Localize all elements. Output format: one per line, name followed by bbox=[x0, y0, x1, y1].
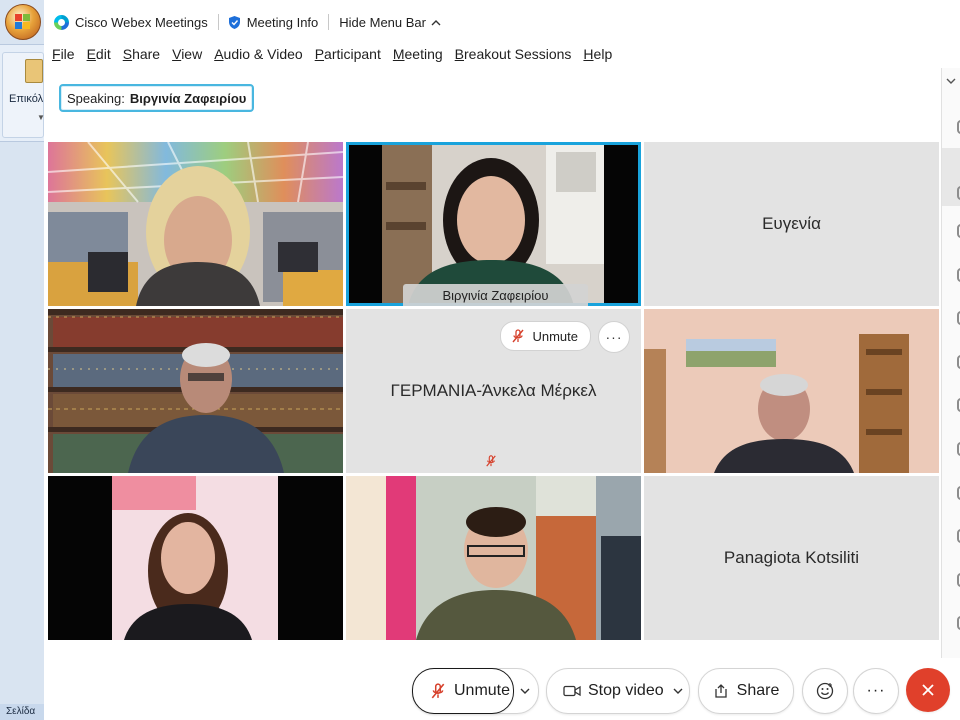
app-title: Cisco Webex Meetings bbox=[44, 10, 218, 34]
menu-share[interactable]: Share bbox=[123, 46, 160, 62]
chevron-down-icon[interactable] bbox=[946, 78, 956, 85]
hide-menu-bar-label: Hide Menu Bar bbox=[339, 14, 426, 30]
microphone-muted-icon bbox=[431, 683, 445, 699]
menu-view[interactable]: View bbox=[172, 46, 202, 62]
participant-video bbox=[48, 309, 343, 473]
audio-options-dropdown[interactable] bbox=[514, 669, 536, 713]
menu-participant[interactable]: Participant bbox=[315, 46, 381, 62]
stop-video-label: Stop video bbox=[588, 682, 664, 699]
menu-file[interactable]: File bbox=[52, 46, 75, 62]
participant-video bbox=[346, 142, 641, 306]
name-tile-participant-3[interactable]: Ευγενία bbox=[644, 142, 939, 306]
share-button[interactable]: Share bbox=[698, 668, 794, 714]
menu-meeting[interactable]: Meeting bbox=[393, 46, 443, 62]
video-tile-participant-4[interactable] bbox=[48, 309, 343, 473]
video-tile-participant-8[interactable] bbox=[346, 476, 641, 640]
paste-button[interactable]: Επικόλ ▼ bbox=[2, 52, 45, 138]
menu-help[interactable]: Help bbox=[583, 46, 612, 62]
unmute-label: Unmute bbox=[454, 682, 511, 699]
participant-unmute-button[interactable]: Unmute bbox=[500, 321, 591, 351]
more-icon: ··· bbox=[605, 329, 623, 345]
chevron-down-icon bbox=[520, 688, 530, 694]
name-tile-participant-9[interactable]: Panagiota Kotsiliti bbox=[644, 476, 939, 640]
speaking-indicator: Speaking: Βιργινία Ζαφειρίου bbox=[59, 84, 255, 112]
participant-video bbox=[346, 476, 641, 640]
stop-video-button[interactable]: Stop video bbox=[547, 669, 664, 713]
hide-menu-bar-button[interactable]: Hide Menu Bar bbox=[329, 10, 451, 34]
video-tile-participant-1[interactable] bbox=[48, 142, 343, 306]
reactions-button[interactable] bbox=[802, 668, 848, 714]
name-tile-participant-5[interactable]: ΓΕΡΜΑΝΙΑ-Άνκελα Μέρκελ Unmute ··· bbox=[346, 309, 641, 473]
meeting-info-label: Meeting Info bbox=[246, 14, 319, 30]
background-office-app: Επικόλ ▼ Σελίδα bbox=[0, 0, 45, 720]
participant-video bbox=[48, 142, 343, 306]
menu-breakout-sessions[interactable]: Breakout Sessions bbox=[455, 46, 572, 62]
menu-audio-video[interactable]: Audio & Video bbox=[214, 46, 302, 62]
webex-logo-icon bbox=[54, 14, 69, 30]
unmute-control: Unmute bbox=[412, 668, 539, 714]
meeting-info-button[interactable]: Meeting Info bbox=[219, 10, 329, 34]
share-label: Share bbox=[736, 682, 780, 699]
participant-unmute-label: Unmute bbox=[532, 328, 578, 344]
video-options-dropdown[interactable] bbox=[667, 669, 689, 713]
chevron-down-icon bbox=[673, 688, 683, 694]
office-button[interactable] bbox=[5, 4, 41, 40]
speaking-name: Βιργινία Ζαφειρίου bbox=[129, 90, 247, 106]
participant-name-badge: Βιργινία Ζαφειρίου bbox=[403, 284, 588, 306]
video-tile-participant-6[interactable] bbox=[644, 309, 939, 473]
webex-window: Cisco Webex Meetings Meeting Info Hide M… bbox=[44, 0, 960, 720]
title-bar: Cisco Webex Meetings Meeting Info Hide M… bbox=[44, 0, 960, 44]
share-icon bbox=[714, 684, 727, 698]
menu-bar: File Edit Share View Audio & Video Parti… bbox=[44, 44, 960, 64]
status-bar: Σελίδα bbox=[0, 704, 44, 720]
smiley-icon bbox=[816, 682, 834, 700]
microphone-muted-icon bbox=[486, 455, 496, 467]
participant-name: Panagiota Kotsiliti bbox=[723, 548, 860, 567]
participant-name: ΓΕΡΜΑΝΙΑ-Άνκελα Μέρκελ bbox=[390, 381, 597, 400]
office-logo-icon bbox=[15, 14, 31, 30]
chevron-up-icon bbox=[431, 19, 441, 25]
video-tile-participant-2[interactable]: Βιργινία Ζαφειρίου bbox=[346, 142, 641, 306]
participant-more-options-button[interactable]: ··· bbox=[598, 321, 630, 353]
close-icon bbox=[922, 684, 934, 696]
more-icon: ··· bbox=[866, 682, 886, 699]
meeting-controls: Unmute Stop video Share ··· bbox=[44, 664, 960, 720]
video-camera-icon bbox=[563, 685, 581, 697]
microphone-muted-icon bbox=[512, 329, 525, 343]
speaking-label: Speaking: bbox=[67, 90, 125, 106]
paste-label: Επικόλ bbox=[9, 93, 44, 105]
unmute-button[interactable]: Unmute bbox=[412, 668, 514, 714]
leave-meeting-button[interactable] bbox=[906, 668, 950, 712]
participant-name: Ευγενία bbox=[762, 214, 821, 233]
stop-video-control: Stop video bbox=[546, 668, 690, 714]
app-name: Cisco Webex Meetings bbox=[75, 14, 208, 30]
participant-video bbox=[644, 309, 939, 473]
video-tile-participant-7[interactable] bbox=[48, 476, 343, 640]
clipboard-icon bbox=[25, 59, 43, 83]
menu-edit[interactable]: Edit bbox=[87, 46, 111, 62]
shield-icon bbox=[228, 15, 240, 29]
more-options-button[interactable]: ··· bbox=[853, 668, 899, 714]
participant-video bbox=[48, 476, 343, 640]
participants-panel-edge[interactable] bbox=[941, 68, 960, 658]
